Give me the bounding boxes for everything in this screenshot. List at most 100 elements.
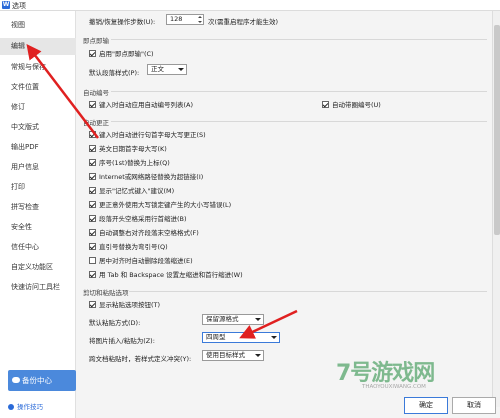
autocorrect-option[interactable]: 序号(1st)替换为上标(Q) [89, 157, 170, 167]
checkbox[interactable] [89, 257, 96, 264]
chevron-down-icon [255, 354, 261, 357]
tips-link[interactable]: 操作技巧 [8, 401, 43, 411]
sidebar-item-label: 视图 [11, 21, 25, 29]
sidebar-item-label: 修订 [11, 103, 25, 111]
checkbox[interactable] [89, 159, 96, 166]
spin-up-icon[interactable] [198, 16, 202, 18]
image-insert-select[interactable]: 四周型 [202, 332, 280, 343]
sidebar-item-label: 中文版式 [11, 123, 39, 131]
sidebar-item-security[interactable]: 安全性 [0, 219, 76, 236]
sidebar-item-trust-center[interactable]: 信任中心 [0, 239, 76, 256]
autocorrect-option[interactable]: 用 Tab 和 Backspace 设置左缩进和首行缩进(W) [89, 269, 243, 279]
backup-center-button[interactable]: 备份中心 [8, 370, 76, 391]
checkbox[interactable] [89, 201, 96, 208]
sidebar-item-label: 自定义功能区 [11, 263, 53, 271]
spin-down-icon[interactable] [198, 21, 202, 23]
option-label: 直引号替换为弯引号(Q) [99, 243, 168, 251]
autocorrect-option[interactable]: Internet或网络路径替换为超链接(I) [89, 171, 203, 181]
autocorrect-option[interactable]: 段落开头空格采用行首缩进(B) [89, 213, 187, 223]
sidebar-item-edit[interactable]: 编辑 [0, 38, 76, 55]
autocorrect-option[interactable]: 更正意外使用大写锁定键产生的大小写错误(L) [89, 199, 231, 209]
section-divider [111, 121, 487, 122]
section-title-click-type: 即点即输 [83, 37, 109, 45]
sidebar-item-view[interactable]: 视图 [0, 17, 76, 34]
checkbox[interactable] [89, 301, 96, 308]
watermark-main-text: 7号游戏网 [336, 361, 435, 386]
image-insert-label: 将图片插入/粘贴为(Z): [89, 337, 155, 345]
checkbox[interactable] [89, 243, 96, 250]
checkbox[interactable] [89, 101, 96, 108]
show-paste-button-option[interactable]: 显示粘贴选项按钮(T) [89, 299, 160, 309]
checkbox[interactable] [89, 229, 96, 236]
sidebar-item-label: 打印 [11, 183, 25, 191]
section-title-autocorrect: 自动更正 [83, 119, 109, 127]
chevron-down-icon [255, 318, 261, 321]
sidebar-item-label: 信任中心 [11, 243, 39, 251]
sidebar-item-revision[interactable]: 修订 [0, 99, 76, 116]
auto-circled-number-option[interactable]: 自动带圈编号(U) [322, 99, 381, 109]
default-paste-label: 默认粘贴方式(D): [89, 319, 141, 327]
sidebar-item-label: 编辑 [11, 42, 25, 50]
autocorrect-option[interactable]: 显示"记忆式键入"建议(M) [89, 185, 174, 195]
sidebar-item-label: 安全性 [11, 223, 32, 231]
sidebar-item-label: 用户信息 [11, 163, 39, 171]
autocorrect-option[interactable]: 居中对齐时自动删除段落缩进(E) [89, 255, 193, 265]
autocorrect-option[interactable]: 自动调整右对齐段落末空格格式(F) [89, 227, 199, 237]
auto-list-option[interactable]: 键入时自动应用自动编号列表(A) [89, 99, 193, 109]
autocorrect-option[interactable]: 英文日期首字母大写(K) [89, 143, 167, 153]
backup-center-label: 备份中心 [22, 376, 52, 385]
section-divider [129, 291, 487, 292]
option-label: 居中对齐时自动删除段落缩进(E) [99, 257, 193, 265]
sidebar-item-label: 拼写检查 [11, 203, 39, 211]
default-paragraph-style-select[interactable]: 正文 [147, 64, 187, 75]
vertical-scrollbar[interactable] [492, 11, 500, 407]
autocorrect-option[interactable]: 键入时自动进行句首字母大写更正(S) [89, 129, 206, 139]
ok-button[interactable]: 确定 [404, 397, 448, 414]
section-divider [111, 39, 487, 40]
sidebar-item-label: 文件位置 [11, 83, 39, 91]
cloud-icon [12, 377, 20, 383]
select-value: 保留源格式 [206, 315, 239, 323]
chevron-down-icon [271, 336, 277, 339]
sidebar-item-spell-check[interactable]: 拼写检查 [0, 199, 76, 216]
checkbox[interactable] [89, 173, 96, 180]
sidebar-item-print[interactable]: 打印 [0, 179, 76, 196]
tips-icon [8, 404, 14, 410]
sidebar-item-chinese-layout[interactable]: 中文版式 [0, 119, 76, 136]
checkbox[interactable] [89, 50, 96, 57]
section-title-paste: 剪切和粘贴选项 [83, 289, 129, 297]
option-label: 显示"记忆式键入"建议(M) [99, 187, 175, 195]
checkbox[interactable] [89, 145, 96, 152]
option-label: 键入时自动应用自动编号列表(A) [99, 101, 194, 109]
sidebar-item-user-info[interactable]: 用户信息 [0, 159, 76, 176]
checkbox[interactable] [89, 271, 96, 278]
scrollbar-thumb[interactable] [494, 25, 500, 235]
tips-label: 操作技巧 [17, 403, 43, 411]
option-label: 自动调整右对齐段落末空格格式(F) [99, 229, 199, 237]
default-paste-select[interactable]: 保留源格式 [202, 314, 264, 325]
autocorrect-option[interactable]: 直引号替换为弯引号(Q) [89, 241, 168, 251]
sidebar-item-label: 常规与保存 [11, 63, 46, 71]
option-label: 启用"即点即输"(C) [99, 50, 154, 58]
option-label: 自动带圈编号(U) [332, 101, 381, 109]
checkbox[interactable] [89, 131, 96, 138]
section-title-numbering: 自动编号 [83, 89, 109, 97]
checkbox[interactable] [89, 187, 96, 194]
sidebar-item-file-location[interactable]: 文件位置 [0, 79, 76, 96]
undo-steps-input[interactable]: 128 [166, 14, 204, 25]
option-label: 更正意外使用大写锁定键产生的大小写错误(L) [99, 201, 232, 209]
undo-steps-label: 撤销/恢复操作步数(U): [89, 18, 156, 26]
option-label: 用 Tab 和 Backspace 设置左缩进和首行缩进(W) [99, 271, 243, 279]
sidebar-item-customize-ribbon[interactable]: 自定义功能区 [0, 259, 76, 276]
option-label: 键入时自动进行句首字母大写更正(S) [99, 131, 206, 139]
checkbox[interactable] [322, 101, 329, 108]
enable-click-type-option[interactable]: 启用"即点即输"(C) [89, 48, 154, 58]
cross-doc-paste-select[interactable]: 使用目标样式 [202, 350, 264, 361]
checkbox[interactable] [89, 215, 96, 222]
watermark-logo: 7号游戏网 THAOYOUXIWANG.COM [336, 355, 462, 391]
sidebar-item-general-save[interactable]: 常规与保存 [0, 59, 76, 76]
sidebar-item-output-pdf[interactable]: 输出PDF [0, 139, 76, 156]
cancel-button[interactable]: 取消 [452, 397, 496, 414]
sidebar-item-quick-access[interactable]: 快速访问工具栏 [0, 279, 76, 296]
title-bar: W 选项 [0, 0, 500, 11]
